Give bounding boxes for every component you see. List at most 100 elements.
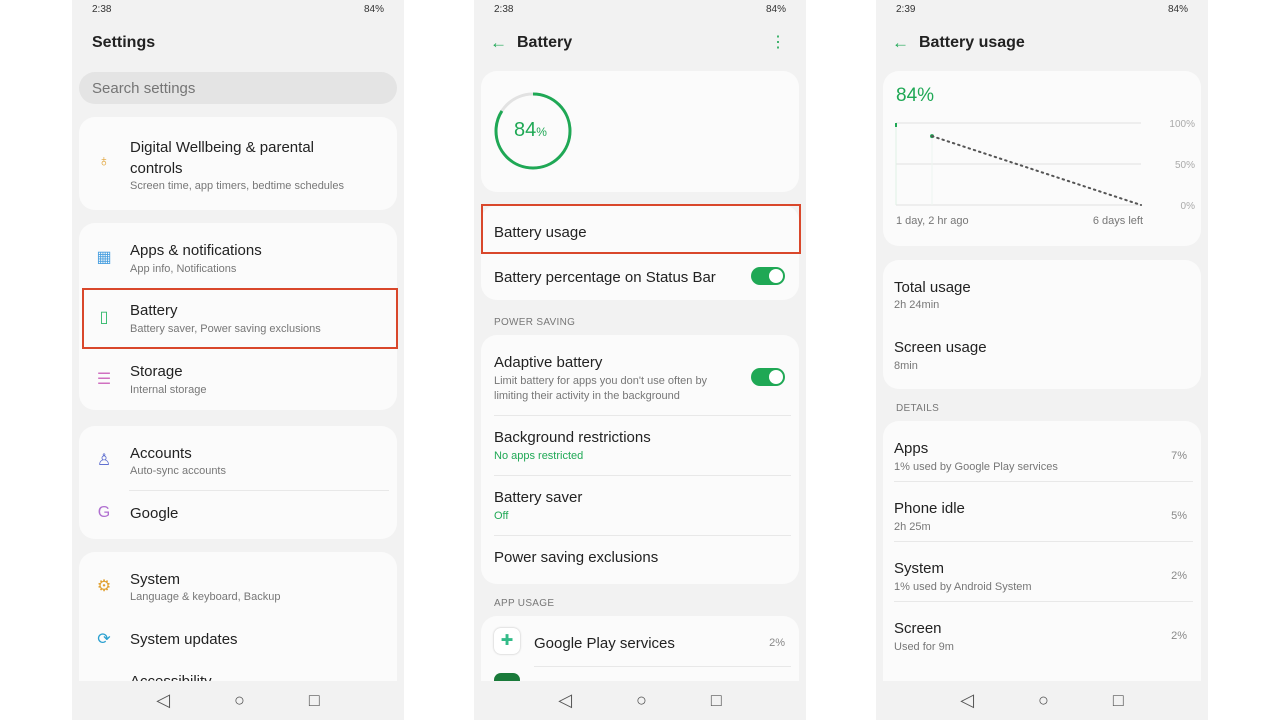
battery-level-card: 84% (481, 71, 799, 192)
nav-bar: ◁ ○ □ (876, 680, 1208, 720)
item-label: Phone idle (894, 500, 965, 517)
item-label: Apps (894, 440, 929, 457)
details-item[interactable]: Screen Used for 9m 2% (883, 601, 1201, 661)
item-label: Accounts (130, 445, 192, 462)
screen-usage-item[interactable]: Screen usage 8min (883, 320, 1201, 389)
item-label: System (894, 560, 945, 577)
apps-grid-icon: ▦ (96, 249, 112, 266)
item-label: Power saving exclusions (494, 549, 659, 566)
highlight-box (82, 288, 398, 349)
search-input[interactable] (79, 72, 397, 104)
status-bar: 2:39 84% (896, 4, 1188, 18)
home-nav-icon[interactable]: ○ (636, 690, 647, 711)
details-item[interactable]: Phone idle 2h 25m 5% (883, 481, 1201, 541)
back-arrow-icon[interactable]: ← (490, 33, 507, 53)
wellbeing-icon: ♁ (98, 153, 110, 170)
adaptive-battery-item[interactable]: Adaptive battery Limit battery for apps … (481, 335, 799, 415)
item-label: Digital Wellbeing & parental controls (130, 139, 314, 177)
clock: 2:38 (494, 4, 514, 15)
sidebar-item-system[interactable]: ⚙ System Language & keyboard, Backup (79, 552, 397, 612)
storage-icon: ☰ (96, 371, 112, 388)
section-header: POWER SAVING (494, 317, 576, 328)
projection-line (931, 135, 1142, 206)
battery-percentage-toggle[interactable] (751, 267, 785, 285)
back-nav-icon[interactable]: ◁ (156, 690, 170, 711)
battery-percent: 84% (896, 85, 935, 106)
sidebar-item-digital-wellbeing[interactable]: ♁ Digital Wellbeing & parental controls … (79, 117, 397, 210)
details-item[interactable]: Apps 1% used by Google Play services 7% (883, 421, 1201, 481)
item-label: Background restrictions (494, 429, 651, 446)
update-icon: ⟳ (97, 631, 111, 648)
page-title: Battery (517, 34, 573, 51)
clock: 2:38 (92, 4, 112, 15)
google-play-services-icon: ✚ (494, 628, 520, 654)
item-label: Screen (894, 620, 942, 637)
total-usage-item[interactable]: Total usage 2h 24min (883, 260, 1201, 320)
item-label: Battery percentage on Status Bar (494, 269, 716, 286)
app-usage-item[interactable]: ✚ Google Play services 2% (481, 616, 799, 666)
page-title: Battery usage (919, 34, 1025, 51)
item-sub: 8min (894, 360, 918, 372)
more-options-icon[interactable]: ⋮ (770, 32, 786, 52)
item-label: Screen usage (894, 339, 987, 356)
item-pct: 7% (1171, 450, 1187, 462)
nav-bar: ◁ ○ □ (72, 680, 404, 720)
item-sub: Language & keyboard, Backup (130, 591, 281, 603)
clock: 2:39 (896, 4, 916, 15)
item-sub: App info, Notifications (130, 263, 237, 275)
item-sub: Limit battery for apps you don't use oft… (494, 375, 708, 402)
item-sub: Screen time, app timers, bedtime schedul… (130, 180, 344, 192)
back-nav-icon[interactable]: ◁ (558, 690, 572, 711)
recents-nav-icon[interactable]: □ (711, 690, 722, 711)
y-tick-label: 50% (1175, 160, 1195, 171)
item-sub: Internal storage (130, 384, 207, 396)
item-sub: No apps restricted (494, 450, 584, 462)
status-bar: 2:38 84% (494, 4, 786, 18)
power-saving-exclusions-item[interactable]: Power saving exclusions (481, 535, 799, 584)
percent-unit: % (536, 125, 547, 139)
details-item[interactable]: System 1% used by Android System 2% (883, 541, 1201, 601)
adaptive-battery-toggle[interactable] (751, 368, 785, 386)
usage-chart-card: 84% 100% 50% 0% 1 day, 2 hr ago 6 days lef… (883, 71, 1201, 246)
home-nav-icon[interactable]: ○ (1038, 690, 1049, 711)
sidebar-item-accounts[interactable]: ♙ Accounts Auto-sync accounts (79, 426, 397, 486)
settings-screen: 2:38 84% Settings ♁ Digital Wellbeing & p… (72, 0, 404, 720)
x-label-end: 6 days left (1092, 215, 1143, 227)
battery-usage-screen: 2:39 84% ← Battery usage 84% 100% 50% 0% 1 … (876, 0, 1208, 720)
item-label: Battery saver (494, 489, 583, 506)
x-label-start: 1 day, 2 hr ago (896, 215, 969, 227)
sidebar-item-storage[interactable]: ☰ Storage Internal storage (79, 345, 397, 410)
back-nav-icon[interactable]: ◁ (960, 690, 974, 711)
item-label: Google Play services (534, 635, 675, 652)
item-pct: 2% (1171, 630, 1187, 642)
battery-level: 84% (363, 4, 384, 15)
battery-screen: 2:38 84% ← Battery ⋮ 84% Battery usage Ba… (474, 0, 806, 720)
item-pct: 5% (1171, 510, 1187, 522)
sidebar-item-system-updates[interactable]: ⟳ System updates (79, 614, 397, 666)
sidebar-item-apps[interactable]: ▦ Apps & notifications App info, Notific… (79, 223, 397, 283)
item-sub: 1% used by Android System (894, 581, 1032, 593)
section-header: APP USAGE (494, 598, 555, 609)
item-pct: 2% (1171, 570, 1187, 582)
item-sub: Used for 9m (894, 641, 954, 653)
item-sub: 1% used by Google Play services (894, 461, 1058, 473)
battery-saver-item[interactable]: Battery saver Off (481, 475, 799, 535)
battery-percentage-item[interactable]: Battery percentage on Status Bar (481, 253, 799, 300)
battery-level: 84% (1167, 4, 1188, 15)
battery-level: 84% (765, 4, 786, 15)
item-label: System updates (130, 631, 238, 648)
section-header: DETAILS (896, 403, 940, 414)
recents-nav-icon[interactable]: □ (1113, 690, 1124, 711)
item-sub: 2h 25m (894, 521, 931, 533)
gear-icon: ⚙ (96, 578, 112, 595)
home-nav-icon[interactable]: ○ (234, 690, 245, 711)
page-title: Settings (92, 34, 156, 51)
y-tick-label: 0% (1181, 201, 1196, 212)
background-restrictions-item[interactable]: Background restrictions No apps restrict… (481, 415, 799, 475)
back-arrow-icon[interactable]: ← (892, 33, 909, 53)
sidebar-item-google[interactable]: G Google (79, 490, 397, 539)
recents-nav-icon[interactable]: □ (309, 690, 320, 711)
item-sub: 2h 24min (894, 299, 940, 311)
battery-percent: 84 (514, 119, 537, 141)
highlight-box (481, 204, 801, 254)
